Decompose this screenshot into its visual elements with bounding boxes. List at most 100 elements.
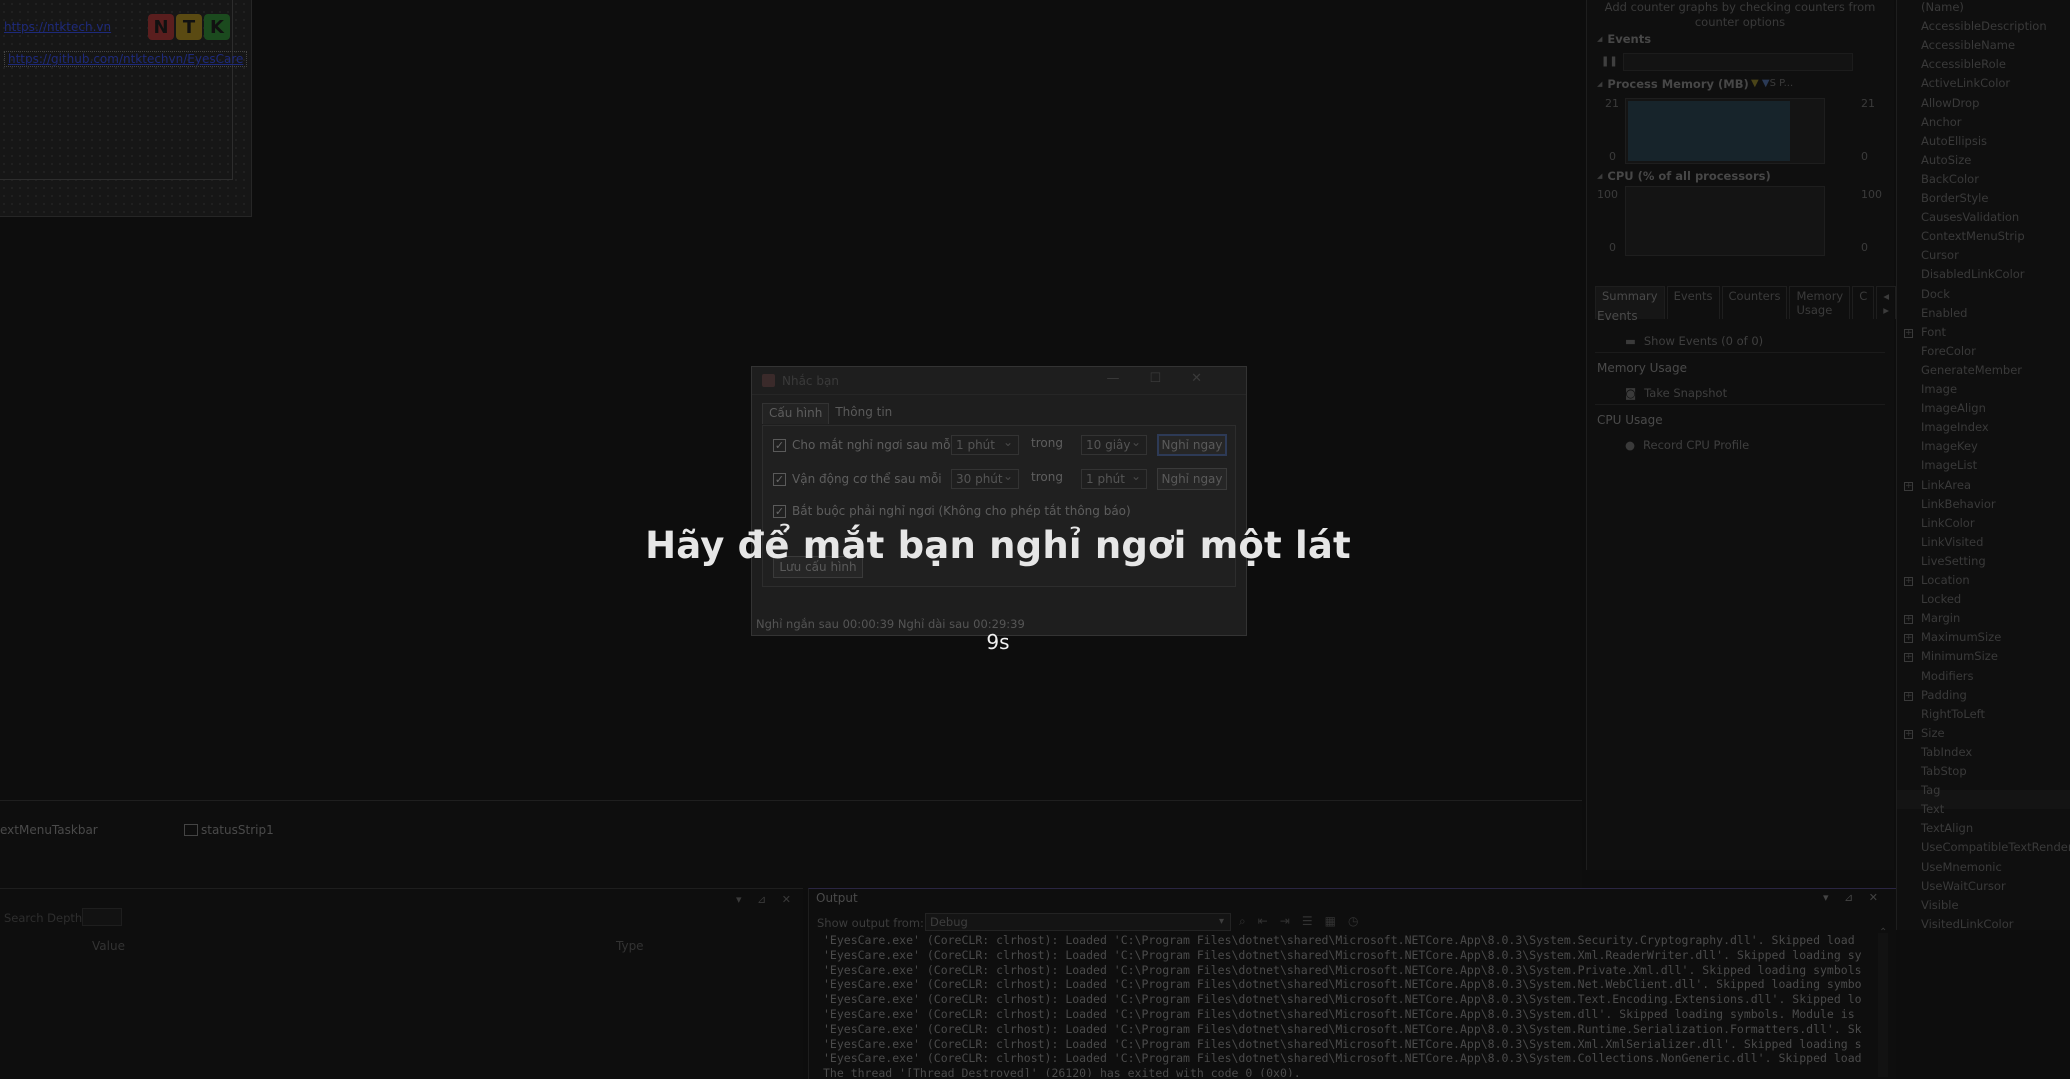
tray-item-statusstrip[interactable]: statusStrip1 [184, 823, 274, 837]
property-row[interactable]: RightToLeft [1921, 707, 1985, 721]
eye-rest-interval-select[interactable]: 1 phút [951, 433, 1019, 455]
eye-rest-now-button[interactable]: Nghỉ ngay [1157, 434, 1227, 456]
tab-config[interactable]: Cấu hình [762, 403, 830, 424]
property-row[interactable]: UseCompatibleTextRendering [1921, 840, 2070, 854]
take-snapshot-button[interactable]: ◙ Take Snapshot [1625, 386, 1727, 400]
tab-scroll-arrows[interactable]: ◂ ▸ [1876, 286, 1897, 319]
property-row[interactable]: AccessibleRole [1921, 57, 2006, 71]
next-icon[interactable]: ⇥ [1280, 914, 1302, 928]
force-rest-checkbox[interactable]: ✓ [773, 504, 786, 518]
property-row[interactable]: Font [1921, 325, 1946, 339]
exercise-checkbox[interactable]: ✓ [773, 472, 786, 486]
property-row[interactable]: Location [1921, 573, 1970, 587]
property-row[interactable]: TextAlign [1921, 821, 1973, 835]
exercise-interval-select[interactable]: 30 phút [951, 467, 1019, 489]
expand-icon[interactable]: + [1904, 328, 1913, 338]
property-row[interactable]: VisitedLinkColor [1921, 917, 2013, 931]
search-depth-input[interactable] [82, 908, 122, 926]
tab-counters[interactable]: Counters [1721, 286, 1788, 319]
expand-icon[interactable]: + [1904, 691, 1913, 701]
property-row[interactable]: Anchor [1921, 115, 1962, 129]
expand-icon[interactable]: + [1904, 577, 1913, 586]
property-row[interactable]: ActiveLinkColor [1921, 76, 2010, 90]
property-row[interactable]: LinkBehavior [1921, 497, 1996, 511]
cpu-section-header[interactable]: CPU (% of all processors) [1597, 169, 1770, 183]
property-row[interactable]: Text [1921, 802, 1944, 816]
property-row[interactable]: AutoEllipsis [1921, 134, 1987, 148]
property-row[interactable]: Enabled [1921, 306, 1967, 320]
property-row[interactable]: Margin [1921, 611, 1960, 625]
property-row[interactable]: DisabledLinkColor [1921, 267, 2025, 281]
statusstrip-icon [184, 824, 198, 836]
clock-icon[interactable]: ◷ [1348, 914, 1370, 928]
property-row[interactable]: MaximumSize [1921, 630, 2001, 644]
property-row[interactable]: (Name) [1921, 0, 1964, 14]
property-row[interactable]: AllowDrop [1921, 96, 1979, 110]
output-toolbar[interactable]: ⌕⇤⇥☰▦◷ [1239, 914, 1370, 929]
property-row[interactable]: BackColor [1921, 172, 1979, 186]
property-row[interactable]: ImageIndex [1921, 420, 1989, 434]
show-events-link[interactable]: ▬ Show Events (0 of 0) [1625, 334, 1763, 348]
record-cpu-label: Record CPU Profile [1643, 438, 1750, 452]
pause-icon[interactable]: ❚❚ [1601, 56, 1618, 67]
eye-rest-duration-select[interactable]: 10 giây [1081, 433, 1147, 455]
column-value[interactable]: Value [92, 939, 125, 953]
property-row[interactable]: BorderStyle [1921, 191, 1988, 205]
property-row[interactable]: Tag [1921, 783, 1940, 797]
property-row[interactable]: UseWaitCursor [1921, 879, 2006, 893]
tab-info[interactable]: Thông tin [829, 403, 898, 424]
property-row[interactable]: AccessibleName [1921, 38, 2015, 52]
output-line: 'EyesCare.exe' (CoreCLR: clrhost): Loade… [823, 1021, 1862, 1036]
prev-icon[interactable]: ⇤ [1258, 914, 1280, 928]
property-row[interactable]: CausesValidation [1921, 210, 2019, 224]
property-row[interactable]: ImageList [1921, 458, 1977, 472]
clear-icon[interactable]: ☰ [1302, 914, 1325, 928]
property-row[interactable]: ImageAlign [1921, 401, 1986, 415]
eye-rest-checkbox[interactable]: ✓ [773, 438, 786, 452]
find-icon[interactable]: ⌕ [1239, 914, 1258, 928]
output-window-controls[interactable]: ▾ ⊿ ✕ [1823, 891, 1884, 904]
property-row[interactable]: AccessibleDescription [1921, 19, 2047, 33]
property-row[interactable]: Padding [1921, 688, 1967, 702]
property-row[interactable]: Cursor [1921, 248, 1959, 262]
tab-cpu-usage[interactable]: C [1852, 286, 1875, 319]
exercise-now-button[interactable]: Nghỉ ngay [1157, 468, 1227, 490]
wrap-icon[interactable]: ▦ [1325, 914, 1348, 928]
property-row[interactable]: GenerateMember [1921, 363, 2022, 377]
property-row[interactable]: Image [1921, 382, 1957, 396]
property-row[interactable]: Visible [1921, 898, 1959, 912]
expand-icon[interactable]: + [1904, 634, 1913, 644]
locals-window-controls[interactable]: ▾ ⊿ ✕ [736, 893, 797, 906]
column-type[interactable]: Type [616, 939, 644, 953]
link-github[interactable]: https://github.com/ntktechvn/EyesCare [4, 51, 248, 67]
property-row[interactable]: TabIndex [1921, 745, 1972, 759]
record-cpu-profile-button[interactable]: ● Record CPU Profile [1625, 438, 1749, 452]
property-row[interactable]: Modifiers [1921, 669, 1974, 683]
property-row[interactable]: MinimumSize [1921, 649, 1998, 663]
expand-icon[interactable]: + [1904, 481, 1913, 491]
expand-icon[interactable]: + [1904, 729, 1913, 739]
property-row[interactable]: Dock [1921, 287, 1950, 301]
property-row[interactable]: LinkArea [1921, 478, 1971, 492]
property-row[interactable]: AutoSize [1921, 153, 1971, 167]
output-source-select[interactable]: Debug [925, 913, 1231, 931]
property-row[interactable]: Size [1921, 726, 1945, 740]
tab-memory-usage[interactable]: Memory Usage [1789, 286, 1851, 319]
property-row[interactable]: ImageKey [1921, 439, 1978, 453]
property-row[interactable]: ContextMenuStrip [1921, 229, 2025, 243]
events-section-header[interactable]: Events [1597, 32, 1651, 46]
expand-icon[interactable]: + [1904, 615, 1913, 625]
exercise-duration-select[interactable]: 1 phút [1081, 467, 1147, 489]
property-row[interactable]: UseMnemonic [1921, 860, 2002, 874]
memory-section-header[interactable]: Process Memory (MB) [1597, 77, 1748, 91]
property-row[interactable]: Locked [1921, 592, 1961, 606]
link-website[interactable]: https://ntktech.vn [4, 20, 111, 34]
tab-events[interactable]: Events [1666, 286, 1720, 319]
tray-item-contextmenu[interactable]: extMenuTaskbar [0, 823, 98, 837]
expand-icon[interactable]: + [1904, 653, 1913, 663]
window-controls[interactable]: —☐✕ [1106, 371, 1232, 386]
output-scrollbar[interactable] [1878, 927, 1888, 1077]
property-row[interactable]: ForeColor [1921, 344, 1976, 358]
dialog-titlebar[interactable]: Nhắc bạn —☐✕ [752, 367, 1246, 395]
property-row[interactable]: TabStop [1921, 764, 1967, 778]
